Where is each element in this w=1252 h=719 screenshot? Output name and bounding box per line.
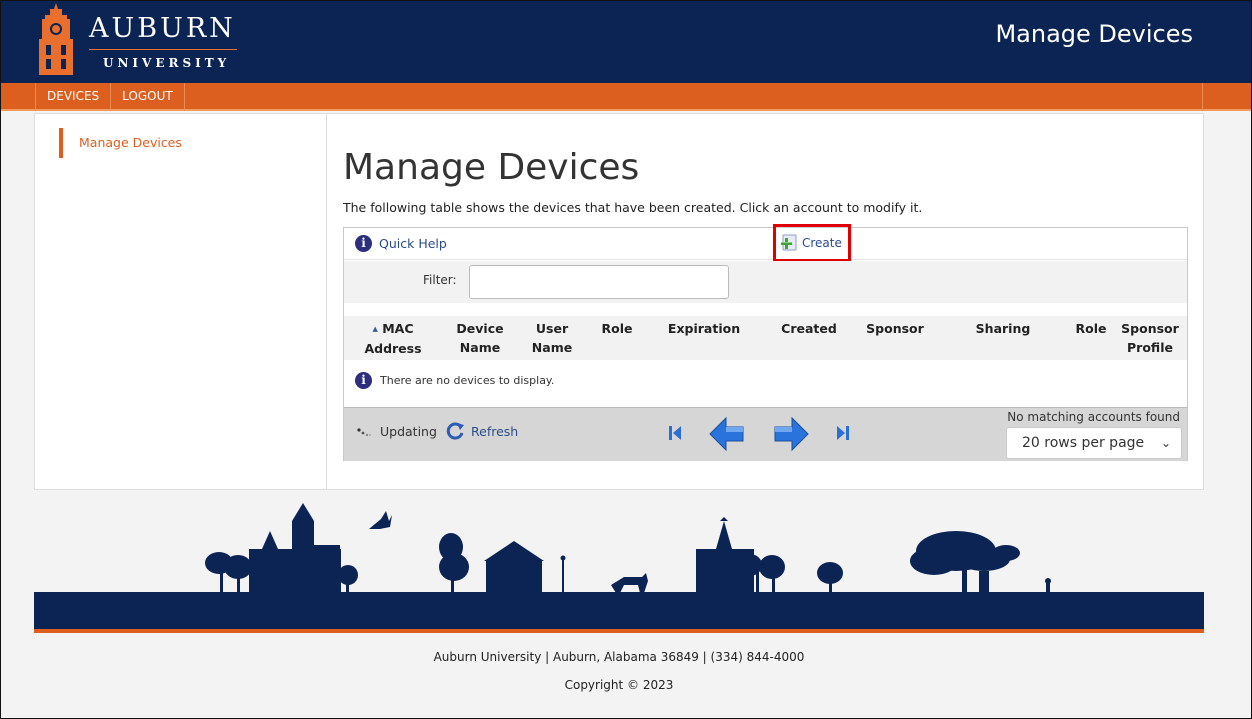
create-label: Create — [802, 236, 842, 250]
auburn-logo[interactable]: AUBURN UNIVERSITY — [35, 3, 245, 75]
footer-orange-stripe — [34, 629, 1204, 633]
logo-divider — [89, 49, 237, 50]
chevron-down-icon: ⌄ — [1160, 436, 1171, 450]
filter-row: Filter: — [344, 261, 1187, 303]
page-description: The following table shows the devices th… — [343, 200, 923, 215]
column-expiration[interactable]: Expiration — [664, 319, 744, 338]
logo-wordmark: AUBURN — [89, 13, 236, 44]
loading-spinner-icon — [357, 427, 371, 436]
column-created[interactable]: Created — [774, 319, 844, 338]
rows-per-page-select[interactable]: 20 rows per page ⌄ — [1006, 427, 1182, 459]
logo-subtitle: UNIVERSITY — [103, 56, 231, 70]
info-icon: i — [355, 372, 372, 389]
create-button[interactable]: Create — [778, 233, 842, 253]
devices-table: i Quick Help Create Filter: ▲ MAC Addres… — [343, 224, 1188, 461]
last-page-icon[interactable] — [834, 416, 852, 450]
header-title: Manage Devices — [995, 20, 1193, 48]
site-header: AUBURN UNIVERSITY Manage Devices — [1, 1, 1251, 83]
nav-devices[interactable]: DEVICES — [35, 83, 110, 111]
column-device-name[interactable]: Device Name — [452, 319, 508, 357]
footer-copyright: Copyright © 2023 — [564, 678, 674, 692]
refresh-label: Refresh — [471, 423, 519, 439]
nav-logout[interactable]: LOGOUT — [110, 83, 185, 111]
top-nav: DEVICES LOGOUT — [1, 83, 1251, 111]
first-page-icon[interactable] — [666, 416, 684, 450]
filter-input[interactable] — [469, 265, 729, 299]
rows-per-page-value: 20 rows per page — [1022, 435, 1145, 451]
nav-divider — [1202, 83, 1203, 111]
filter-label: Filter: — [423, 273, 457, 287]
quick-help-link[interactable]: i Quick Help — [355, 235, 447, 252]
column-role-2[interactable]: Role — [1071, 319, 1111, 338]
create-plus-icon — [781, 234, 797, 251]
sidebar-item-manage-devices[interactable]: Manage Devices — [59, 128, 182, 158]
quick-help-label: Quick Help — [379, 236, 447, 251]
column-sharing[interactable]: Sharing — [970, 319, 1036, 338]
updating-status: Updating — [356, 424, 437, 439]
campus-skyline-illustration — [34, 503, 1204, 633]
table-footer: Updating Refresh No matching accounts fo… — [344, 407, 1187, 461]
previous-page-icon[interactable] — [708, 416, 746, 452]
sidebar: Manage Devices — [35, 114, 327, 489]
refresh-button[interactable]: Refresh — [445, 421, 518, 441]
result-count: No matching accounts found — [1007, 410, 1180, 424]
next-page-icon[interactable] — [772, 416, 810, 452]
empty-message: i There are no devices to display. — [355, 372, 554, 389]
column-mac-address[interactable]: ▲ MAC Address — [362, 319, 424, 358]
clock-tower-logo-icon — [39, 3, 73, 75]
info-icon: i — [355, 235, 372, 252]
page-title: Manage Devices — [343, 147, 640, 188]
content-panel: Manage Devices Manage Devices The follow… — [34, 113, 1204, 490]
sort-ascending-icon: ▲ — [372, 325, 378, 333]
refresh-icon — [446, 422, 464, 440]
table-header: ▲ MAC Address Device Name User Name Role… — [344, 316, 1187, 360]
updating-label: Updating — [380, 424, 437, 439]
column-user-name[interactable]: User Name — [524, 319, 580, 357]
column-sponsor-profile[interactable]: Sponsor Profile — [1118, 319, 1182, 357]
empty-message-text: There are no devices to display. — [380, 374, 555, 387]
table-toolbar: i Quick Help Create — [344, 224, 1187, 262]
column-sponsor[interactable]: Sponsor — [862, 319, 928, 338]
column-role[interactable]: Role — [594, 319, 640, 338]
footer-address: Auburn University | Auburn, Alabama 3684… — [433, 650, 805, 664]
